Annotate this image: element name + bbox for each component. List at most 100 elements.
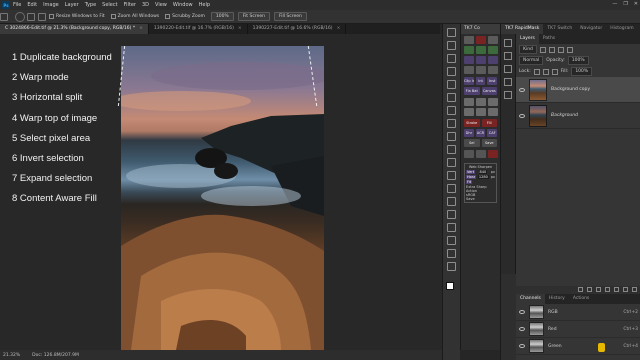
save-button[interactable]: Save [481, 139, 497, 147]
tk7-button[interactable] [464, 66, 474, 74]
trash-icon[interactable] [632, 287, 637, 292]
tab-navigator[interactable]: Navigator [576, 24, 606, 34]
tk7-button[interactable] [488, 150, 498, 158]
eraser-tool-icon[interactable] [447, 158, 456, 167]
scrubby-zoom-option[interactable]: Scrubby Zoom [165, 14, 205, 19]
menu-edit[interactable]: Edit [27, 2, 37, 8]
menu-type[interactable]: Type [85, 2, 96, 8]
dhr-button[interactable]: Dhr [464, 129, 474, 137]
acr-button[interactable]: ACR [475, 129, 486, 137]
layer-name[interactable]: Background copy [551, 87, 590, 92]
tk7-button[interactable] [488, 36, 498, 44]
menu-window[interactable]: Window [173, 2, 193, 8]
resize-windows-option[interactable]: Resize Windows to Fit [49, 14, 105, 19]
visibility-eye-icon[interactable] [519, 87, 525, 92]
type-filter-icon[interactable] [557, 46, 564, 53]
zoom-in-icon[interactable] [27, 12, 35, 21]
tab-history[interactable]: History [545, 294, 569, 304]
zoom-all-checkbox[interactable] [110, 14, 116, 19]
resize-windows-checkbox[interactable] [49, 14, 54, 19]
tk7-button[interactable] [464, 56, 474, 64]
tab-document-2[interactable]: 1390220-Edit.tif @ 16.7% (RGB/16) × [149, 24, 248, 34]
tk7-button[interactable] [488, 108, 498, 116]
dodge-tool-icon[interactable] [447, 184, 456, 193]
tab-layers[interactable]: Layers [516, 34, 539, 44]
tk7-button[interactable] [464, 98, 474, 106]
info-icon[interactable] [504, 91, 512, 99]
kind-filter-dropdown[interactable]: Kind [519, 45, 537, 54]
lasso-tool-icon[interactable] [447, 54, 456, 63]
tk7-button[interactable] [488, 46, 498, 54]
horz-input[interactable]: 1280 [477, 175, 489, 179]
brush-settings-icon[interactable] [504, 78, 512, 86]
menu-help[interactable]: Help [199, 2, 210, 8]
clone-stamp-tool-icon[interactable] [447, 132, 456, 141]
menu-select[interactable]: Select [102, 2, 117, 8]
channel-row-rgb[interactable]: RGB Ctrl+2 [516, 304, 640, 321]
lock-transparency-icon[interactable] [533, 68, 540, 75]
fx-icon[interactable] [587, 287, 592, 292]
vert-input[interactable]: 840 [478, 170, 488, 174]
shape-tool-icon[interactable] [447, 236, 456, 245]
canvas-area[interactable]: 1 Duplicate background 2 Warp mode 3 Hor… [0, 34, 442, 350]
blend-mode-dropdown[interactable]: Normal [519, 56, 544, 65]
layer-row-background-copy[interactable]: Background copy [516, 77, 640, 103]
pen-tool-icon[interactable] [447, 197, 456, 206]
restore-button[interactable]: ❐ [623, 1, 627, 7]
tab-document-1[interactable]: C 3024866-Edit.tif @ 21.3% (Background c… [0, 24, 149, 34]
foreground-color-swatch[interactable] [446, 282, 454, 290]
tk7-button[interactable] [464, 150, 474, 158]
tab-histogram[interactable]: Histogram [606, 24, 637, 34]
tk7-button[interactable] [488, 66, 498, 74]
fill-screen-button[interactable]: Fill Screen [273, 12, 307, 21]
menu-file[interactable]: File [13, 2, 21, 8]
close-icon[interactable]: × [238, 26, 242, 31]
flatten-button[interactable]: Fla Bat [464, 87, 480, 95]
close-icon[interactable]: × [337, 26, 341, 31]
zoom-tool-icon[interactable] [15, 11, 25, 22]
tk7-button[interactable] [464, 46, 474, 54]
tk7-button[interactable] [476, 36, 486, 44]
mask-icon[interactable] [596, 287, 601, 292]
tk7-button[interactable] [464, 108, 474, 116]
web-sharpen-save-button[interactable]: Save [466, 197, 495, 201]
marquee-tool-icon[interactable] [447, 41, 456, 50]
history-icon[interactable] [504, 39, 512, 47]
tk7-button[interactable] [488, 98, 498, 106]
quick-select-tool-icon[interactable] [447, 67, 456, 76]
adjustment-filter-icon[interactable] [548, 46, 555, 53]
lock-pixels-icon[interactable] [542, 68, 549, 75]
history-brush-tool-icon[interactable] [447, 145, 456, 154]
opacity-field[interactable]: 100% [567, 56, 589, 65]
zoom-readout[interactable]: 21.32% [3, 353, 20, 358]
type-tool-icon[interactable] [447, 210, 456, 219]
document-image[interactable] [121, 46, 324, 350]
fill-button[interactable]: Fill [481, 119, 497, 127]
pixel-filter-icon[interactable] [539, 46, 546, 53]
visibility-eye-icon[interactable] [519, 310, 525, 314]
clip-int-button[interactable]: Clip Int [464, 77, 474, 85]
tk7-button[interactable] [476, 46, 486, 54]
hand-tool-icon[interactable] [447, 249, 456, 258]
fit-screen-button[interactable]: Fit Screen [237, 12, 270, 21]
properties-icon[interactable] [504, 52, 512, 60]
tk7-button[interactable] [464, 36, 474, 44]
tab-document-3[interactable]: 1390227-Edit.tif @ 16.6% (RGB/16) × [248, 24, 347, 34]
int-button[interactable]: Int [475, 77, 486, 85]
healing-brush-tool-icon[interactable] [447, 106, 456, 115]
tk7-button[interactable] [476, 56, 486, 64]
sel-button[interactable]: Sel [464, 139, 480, 147]
close-icon[interactable]: × [139, 26, 143, 31]
group-icon[interactable] [614, 287, 619, 292]
caf-button[interactable]: CAF [487, 129, 498, 137]
eyedropper-tool-icon[interactable] [447, 93, 456, 102]
zoom-out-icon[interactable] [38, 12, 46, 21]
layer-name[interactable]: Background [551, 113, 578, 118]
tk7-button[interactable] [476, 66, 486, 74]
visibility-eye-icon[interactable] [519, 113, 525, 118]
adjustment-layer-icon[interactable] [605, 287, 610, 292]
gradient-tool-icon[interactable] [447, 171, 456, 180]
fit-button[interactable]: Fit [466, 180, 473, 184]
home-icon[interactable] [0, 12, 8, 21]
move-tool-icon[interactable] [447, 28, 456, 37]
